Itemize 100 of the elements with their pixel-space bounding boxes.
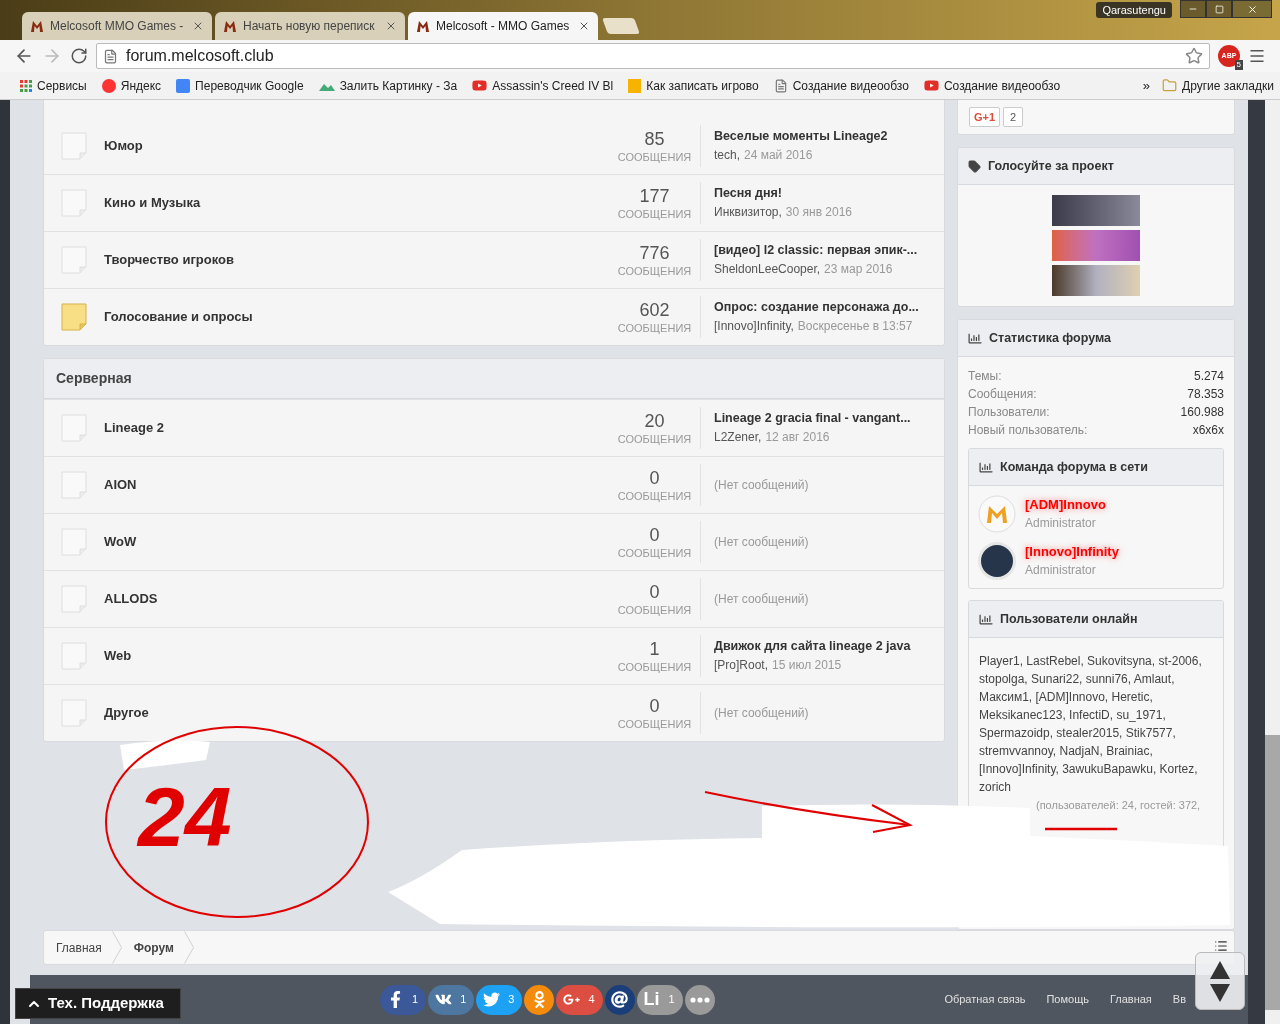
vote-banner[interactable] bbox=[1052, 195, 1140, 226]
category-title: Серверная bbox=[56, 369, 132, 388]
close-icon[interactable] bbox=[385, 20, 397, 32]
vk-share-button[interactable]: 1 bbox=[428, 984, 475, 1015]
bookmark-icon bbox=[628, 78, 642, 93]
site-logo-icon bbox=[223, 19, 237, 33]
author-link[interactable]: tech, bbox=[714, 145, 740, 165]
stat-value: 5.274 bbox=[1193, 368, 1224, 385]
forum-title-link[interactable]: AION bbox=[104, 475, 609, 495]
no-new-posts-icon bbox=[61, 471, 87, 499]
forum-title-link[interactable]: Юмор bbox=[104, 135, 609, 156]
scroll-down-icon[interactable] bbox=[1209, 982, 1231, 1003]
new-posts-icon bbox=[61, 303, 87, 331]
footer-link[interactable]: Главная bbox=[1109, 991, 1152, 1008]
bookmark-item[interactable]: Создание видеообзо bbox=[773, 76, 909, 95]
breadcrumb-link[interactable]: Форум bbox=[121, 931, 194, 964]
page-icon bbox=[773, 78, 788, 93]
post-date: 24 май 2016 bbox=[744, 146, 813, 164]
bookmark-item[interactable]: Сервисы bbox=[20, 76, 87, 95]
no-posts-text: (Нет сообщений) bbox=[714, 477, 810, 494]
last-post-link[interactable]: Песня дня! bbox=[714, 184, 944, 203]
extension-badge: 5 bbox=[1234, 60, 1243, 70]
forum-title-link[interactable]: Другое bbox=[104, 703, 609, 723]
bookmark-star-icon[interactable] bbox=[1185, 47, 1203, 65]
forum-title-link[interactable]: Голосование и опросы bbox=[104, 307, 609, 327]
post-date: 12 авг 2016 bbox=[765, 429, 830, 446]
stat-value: x6x6x bbox=[1192, 422, 1224, 439]
forum-title-link[interactable]: WoW bbox=[104, 532, 609, 552]
forum-title-link[interactable]: Творчество игроков bbox=[104, 250, 609, 270]
last-post-link[interactable]: Движок для сайта lineage 2 java bbox=[714, 637, 944, 656]
breadcrumb-link[interactable]: Главная bbox=[44, 931, 122, 964]
gplus-share-button[interactable]: 4 bbox=[556, 984, 603, 1015]
message-count-label: СООБЩЕНИЯ bbox=[617, 149, 692, 164]
translate-icon bbox=[176, 78, 191, 93]
bookmark-item[interactable]: Assassin's Creed IV Bl bbox=[472, 76, 614, 95]
bookmark-item[interactable]: Залить Картинку - За bbox=[318, 76, 458, 95]
reload-icon[interactable] bbox=[70, 47, 88, 65]
more-dots-icon bbox=[689, 996, 710, 1003]
other-bookmarks-folder[interactable]: Другие закладки bbox=[1162, 76, 1274, 95]
maximize-icon bbox=[1214, 4, 1224, 14]
author-link[interactable]: [Innovo]Infinity, bbox=[714, 317, 794, 336]
scrollbar[interactable] bbox=[1265, 100, 1280, 1024]
chevron-icon bbox=[111, 931, 122, 964]
footer-link[interactable]: Вв bbox=[1172, 991, 1186, 1008]
menu-icon[interactable] bbox=[1248, 47, 1266, 65]
video-play-icon bbox=[923, 78, 939, 93]
last-post-link[interactable]: Опрос: создание персонажа до... bbox=[714, 298, 944, 317]
author-link[interactable]: L2Zener, bbox=[714, 428, 762, 447]
vote-banner[interactable] bbox=[1052, 265, 1140, 296]
bookmark-item[interactable]: Яндекс bbox=[101, 76, 162, 95]
footer-link[interactable]: Обратная связь bbox=[944, 991, 1026, 1008]
more-bookmarks-button[interactable]: » bbox=[1142, 75, 1151, 96]
browser-tab[interactable]: Melcosoft - MMO Games bbox=[408, 12, 598, 40]
share-logo-icon bbox=[562, 991, 580, 1008]
new-tab-button[interactable] bbox=[602, 18, 640, 34]
forum-title-link[interactable]: Web bbox=[104, 646, 609, 666]
author-link[interactable]: [Pro]Root, bbox=[714, 656, 769, 675]
stat-label: Пользователи: bbox=[968, 404, 1050, 421]
member-name-link[interactable]: [Innovo]Infinity bbox=[1025, 543, 1119, 561]
last-post-link[interactable]: Lineage 2 gracia final - vangant... bbox=[714, 409, 944, 428]
google-plus-button[interactable]: G+1 bbox=[969, 107, 1001, 127]
more-share-button[interactable] bbox=[684, 984, 715, 1015]
no-new-posts-icon bbox=[61, 585, 87, 613]
address-bar[interactable]: forum.melcosoft.club bbox=[96, 43, 1210, 69]
minimize-button[interactable] bbox=[1180, 0, 1206, 18]
last-post-link[interactable]: [видео] l2 classic: первая эпик-... bbox=[714, 241, 944, 260]
profile-button[interactable]: Qarasutengu bbox=[1096, 2, 1172, 18]
author-link[interactable]: SheldonLeeCooper, bbox=[714, 260, 821, 279]
close-icon[interactable] bbox=[578, 20, 590, 32]
browser-tab[interactable]: Начать новую переписк bbox=[215, 12, 405, 40]
last-post-link[interactable]: Веселые моменты Lineage2 bbox=[714, 126, 944, 146]
scroll-up-icon[interactable] bbox=[1209, 959, 1231, 980]
message-count: 0 bbox=[649, 524, 660, 546]
stat-label: Темы: bbox=[968, 368, 1002, 385]
facebook-share-button[interactable]: 1 bbox=[380, 984, 427, 1015]
support-button[interactable]: Тех. Поддержка bbox=[15, 988, 181, 1019]
member-role: Administrator bbox=[1025, 515, 1097, 532]
bookmark-item[interactable]: Как записать игрово bbox=[628, 76, 759, 95]
maximize-button[interactable] bbox=[1206, 0, 1232, 18]
message-count-label: СООБЩЕНИЯ bbox=[617, 660, 692, 674]
close-button[interactable] bbox=[1232, 0, 1272, 18]
browser-tab[interactable]: Melcosoft MMO Games - bbox=[22, 12, 212, 40]
member-name-link[interactable]: [ADM]Innovo bbox=[1025, 496, 1106, 514]
forum-title-link[interactable]: Lineage 2 bbox=[104, 418, 609, 438]
apps-grid-icon bbox=[20, 79, 32, 92]
mail-share-button[interactable] bbox=[604, 984, 635, 1015]
author-link[interactable]: Инквизитор, bbox=[714, 203, 782, 222]
bookmark-item[interactable]: Переводчик Google bbox=[176, 76, 304, 95]
footer-link[interactable]: Помощь bbox=[1046, 991, 1089, 1008]
forum-title-link[interactable]: Кино и Музыка bbox=[104, 193, 609, 213]
no-posts-text: (Нет сообщений) bbox=[714, 705, 810, 722]
bookmark-item[interactable]: Создание видеообзо bbox=[923, 76, 1061, 95]
yandex-logo-icon bbox=[101, 78, 116, 93]
ok-share-button[interactable] bbox=[524, 984, 555, 1015]
list-icon[interactable] bbox=[1214, 939, 1228, 953]
message-count: 776 bbox=[639, 242, 670, 264]
close-icon[interactable] bbox=[192, 20, 204, 32]
message-count: 0 bbox=[649, 581, 660, 603]
forum-title-link[interactable]: ALLODS bbox=[104, 589, 609, 609]
message-count-label: СООБЩЕНИЯ bbox=[617, 264, 692, 278]
